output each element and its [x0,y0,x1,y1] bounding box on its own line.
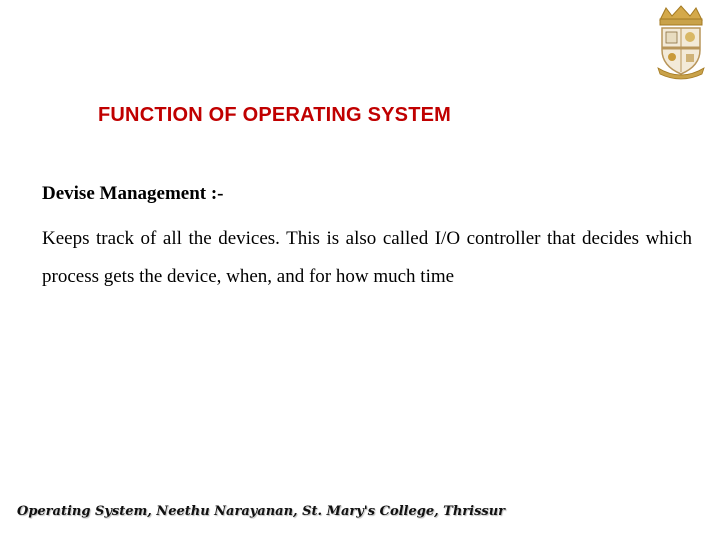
slide-footer: Operating System, Neethu Narayanan, St. … [17,504,506,519]
college-crest-logo [652,4,710,80]
slide: FUNCTION OF OPERATING SYSTEM Devise Mana… [0,0,720,540]
slide-title: FUNCTION OF OPERATING SYSTEM [98,104,452,126]
section-heading: Devise Management :- [42,183,224,204]
body-paragraph: Keeps track of all the devices. This is … [42,228,692,287]
